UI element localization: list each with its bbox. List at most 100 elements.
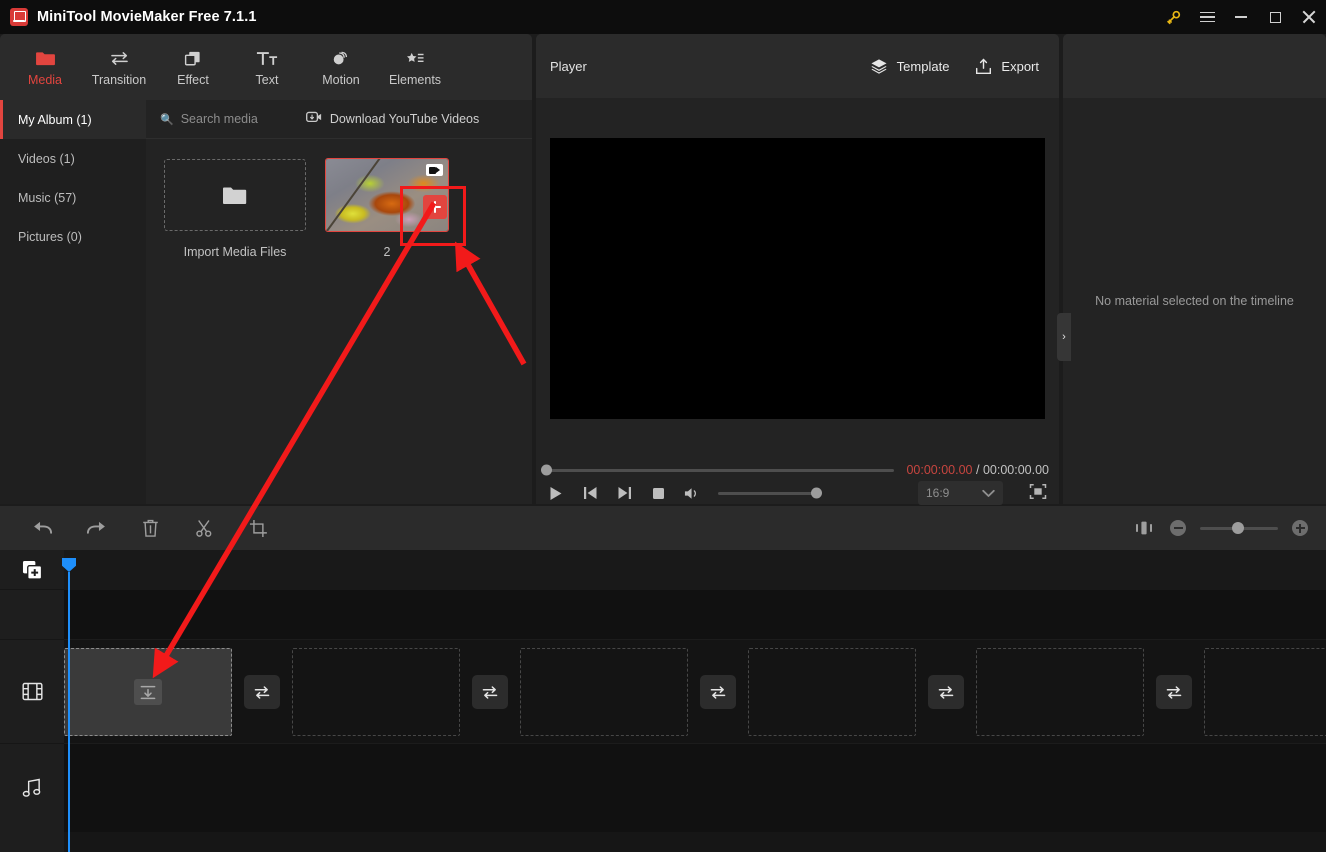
volume-handle[interactable] xyxy=(811,487,822,499)
crop-button[interactable] xyxy=(238,513,278,543)
timeline-drop-slot[interactable] xyxy=(748,648,916,736)
add-to-timeline-button[interactable] xyxy=(423,195,447,219)
tab-motion[interactable]: Motion xyxy=(304,36,378,98)
main-menu-button[interactable] xyxy=(1190,0,1224,34)
undo-button[interactable] xyxy=(22,513,62,543)
maximize-icon xyxy=(1269,11,1281,23)
download-youtube-button[interactable]: Download YouTube Videos xyxy=(305,110,479,128)
timeline-overlay-track[interactable] xyxy=(64,590,1326,640)
timeline-drop-slot[interactable] xyxy=(976,648,1144,736)
sidebar-item-my-album[interactable]: My Album (1) xyxy=(0,100,146,139)
add-transition-button[interactable] xyxy=(700,675,736,709)
minimize-button[interactable] xyxy=(1224,0,1258,34)
elements-icon xyxy=(405,47,426,67)
stop-button[interactable] xyxy=(648,483,668,503)
media-clip-thumbnail[interactable] xyxy=(325,158,449,232)
sidebar-item-label: Videos (1) xyxy=(18,151,75,166)
redo-button[interactable] xyxy=(76,513,116,543)
close-button[interactable] xyxy=(1292,0,1326,34)
video-preview-area[interactable] xyxy=(550,137,1045,419)
license-key-button[interactable] xyxy=(1156,0,1190,34)
timeline-drop-slot[interactable] xyxy=(520,648,688,736)
current-time: 00:00:00.00 xyxy=(906,463,973,477)
tab-transition[interactable]: Transition xyxy=(82,36,156,98)
player-header-actions: Template Export xyxy=(870,58,1039,75)
volume-slider[interactable] xyxy=(718,487,822,499)
sidebar-item-videos[interactable]: Videos (1) xyxy=(0,139,146,178)
redo-icon xyxy=(86,521,105,534)
minitool-logo-icon xyxy=(10,8,28,26)
main-tab-bar: Media Transition Effect Text Motion Elem… xyxy=(0,34,532,100)
zoom-slider[interactable] xyxy=(1200,522,1278,534)
skip-forward-icon xyxy=(618,487,631,499)
sidebar-item-pictures[interactable]: Pictures (0) xyxy=(0,217,146,256)
tab-media[interactable]: Media xyxy=(8,36,82,98)
timeline xyxy=(0,550,1326,852)
fit-to-timeline-button[interactable] xyxy=(1132,513,1156,543)
transition-gap xyxy=(460,648,520,736)
video-camera-icon xyxy=(426,164,443,176)
template-button[interactable]: Template xyxy=(870,58,949,74)
import-media-button[interactable] xyxy=(164,159,306,231)
tab-effect[interactable]: Effect xyxy=(156,36,230,98)
export-button[interactable]: Export xyxy=(975,58,1039,75)
transition-gap xyxy=(688,648,748,736)
split-button[interactable] xyxy=(184,513,224,543)
zoom-in-button[interactable] xyxy=(1292,520,1308,536)
timeline-audio-track[interactable] xyxy=(64,744,1326,832)
fullscreen-button[interactable] xyxy=(1029,483,1049,503)
media-clip-cell: 2 xyxy=(325,158,449,259)
play-icon xyxy=(550,486,562,500)
play-button[interactable] xyxy=(546,483,566,503)
fullscreen-icon xyxy=(1029,484,1047,499)
layers-icon xyxy=(871,59,887,74)
add-transition-button[interactable] xyxy=(1156,675,1192,709)
volume-button[interactable] xyxy=(682,483,702,503)
timeline-tracks xyxy=(64,590,1326,852)
title-bar: MiniTool MovieMaker Free 7.1.1 xyxy=(0,0,1326,34)
tab-text[interactable]: Text xyxy=(230,36,304,98)
sidebar-item-label: My Album (1) xyxy=(18,112,92,127)
media-browser: 🔍 Search media Download YouTube Videos I… xyxy=(146,100,532,504)
prev-frame-button[interactable] xyxy=(580,483,600,503)
zoom-out-button[interactable] xyxy=(1170,520,1186,536)
film-strip-icon xyxy=(21,682,43,701)
search-input[interactable]: 🔍 Search media xyxy=(160,112,258,126)
undo-icon xyxy=(33,521,52,534)
import-media-cell: Import Media Files xyxy=(164,159,306,259)
tab-elements[interactable]: Elements xyxy=(378,36,452,98)
add-transition-button[interactable] xyxy=(244,675,280,709)
trash-icon xyxy=(142,519,158,537)
media-clip-duration: 2 xyxy=(383,245,391,259)
player-header: Player Template Export xyxy=(536,34,1059,98)
folder-open-icon xyxy=(223,187,247,204)
timeline-track-headers xyxy=(0,550,64,852)
next-frame-button[interactable] xyxy=(614,483,634,503)
delete-button[interactable] xyxy=(130,513,170,543)
sidebar-item-music[interactable]: Music (57) xyxy=(0,178,146,217)
timeline-drop-slot[interactable] xyxy=(1204,648,1326,736)
add-media-icon xyxy=(22,560,42,580)
timeline-toolbar xyxy=(0,506,1326,550)
media-grid: Import Media Files 2 xyxy=(146,139,532,259)
seek-slider[interactable] xyxy=(541,464,895,476)
audio-track-header[interactable] xyxy=(0,744,64,832)
timeline-drop-slot[interactable] xyxy=(292,648,460,736)
add-media-track-button[interactable] xyxy=(0,550,64,590)
seek-handle[interactable] xyxy=(541,464,552,476)
drop-here-icon xyxy=(134,679,162,705)
aspect-ratio-select[interactable]: 16:9 xyxy=(918,481,1003,505)
video-track-header[interactable] xyxy=(0,640,64,744)
timeline-video-track[interactable] xyxy=(64,640,1326,744)
timeline-playhead[interactable] xyxy=(68,572,70,852)
timeline-ruler[interactable] xyxy=(64,550,1326,590)
zoom-handle[interactable] xyxy=(1232,522,1244,534)
minimize-icon xyxy=(1235,16,1247,18)
transition-gap xyxy=(232,648,292,736)
add-transition-button[interactable] xyxy=(472,675,508,709)
timeline-drop-slot[interactable] xyxy=(64,648,232,736)
time-display: 00:00:00.00 / 00:00:00.00 xyxy=(906,463,1049,477)
add-transition-button[interactable] xyxy=(928,675,964,709)
export-label: Export xyxy=(1001,58,1039,74)
maximize-button[interactable] xyxy=(1258,0,1292,34)
